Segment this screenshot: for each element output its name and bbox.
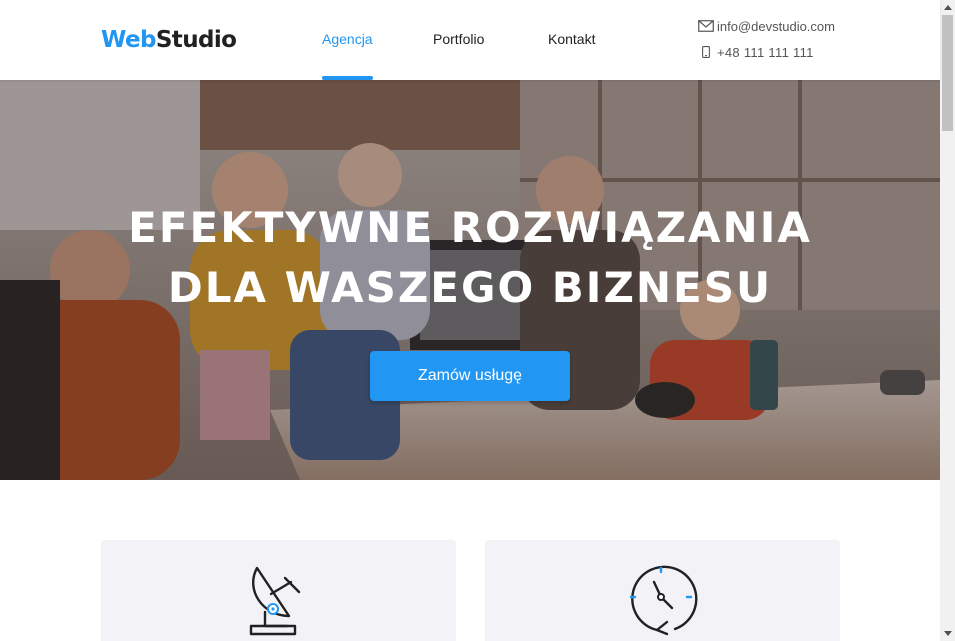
logo-studio: Studio	[155, 27, 237, 53]
clock-refresh-icon	[627, 564, 699, 641]
hero-title-line1: Efektywne rozwiązania	[128, 203, 812, 252]
email-contact[interactable]: info@devstudio.com	[698, 16, 835, 36]
order-service-button[interactable]: Zamów usługę	[370, 351, 570, 401]
scrollbar-thumb[interactable]	[942, 15, 953, 131]
page-scrollbar[interactable]	[940, 0, 955, 641]
hero-section: Efektywne rozwiązania dla waszego biznes…	[0, 80, 940, 480]
nav-item-portfolio[interactable]: Portfolio	[433, 0, 484, 80]
phone-contact[interactable]: +48 111 111 111	[698, 42, 835, 62]
scroll-down-arrow-icon[interactable]	[940, 626, 955, 641]
hero-title: Efektywne rozwiązania dla waszego biznes…	[0, 198, 940, 318]
email-text: info@devstudio.com	[717, 18, 835, 34]
logo[interactable]: WebStudio	[101, 26, 237, 54]
feature-card	[101, 540, 456, 641]
satellite-dish-icon	[243, 564, 313, 641]
feature-card	[485, 540, 840, 641]
logo-web: Web	[101, 27, 156, 53]
hero-title-line2: dla waszego biznesu	[167, 263, 773, 312]
mail-icon	[698, 20, 716, 32]
nav-item-kontakt[interactable]: Kontakt	[548, 0, 595, 80]
phone-text: +48 111 111 111	[717, 44, 814, 60]
site-header: WebStudio Agencja Portfolio Kontakt info…	[0, 0, 940, 80]
scroll-up-arrow-icon[interactable]	[940, 0, 955, 15]
phone-icon	[698, 46, 716, 58]
nav-item-agencja[interactable]: Agencja	[322, 0, 373, 80]
contact-info: info@devstudio.com +48 111 111 111	[698, 16, 835, 68]
